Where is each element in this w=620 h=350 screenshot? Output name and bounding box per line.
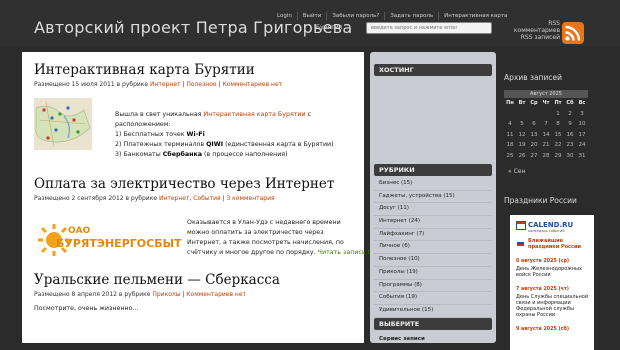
post-excerpt: Посмотрите, очень жизненно...: [34, 305, 139, 312]
category-link[interactable]: События: [193, 195, 220, 202]
post-title[interactable]: Оплата за электричество через Интернет: [34, 176, 364, 192]
rss-posts-link[interactable]: RSS записей: [508, 34, 560, 41]
site-title[interactable]: Авторский проект Петра Григорьева: [34, 18, 352, 37]
category-link[interactable]: Полезное: [186, 81, 216, 88]
search-box: [366, 22, 492, 34]
holiday-name[interactable]: День Железнодорожных войск России: [516, 266, 592, 278]
calendar-week: 25 26 27 28 29 30 31: [506, 152, 586, 159]
city-label: Бурятия: [316, 24, 343, 31]
calendar-week: 11 12 13 14 15 16 17: [506, 131, 586, 138]
rubric-item[interactable]: Гаджеты, устройства (15): [374, 191, 492, 204]
main-content: Интерактивная карта Бурятии Размещено 15…: [22, 52, 404, 343]
rubric-item[interactable]: Программы (8): [374, 280, 492, 293]
rubrics-heading: РУБРИКИ: [374, 164, 492, 176]
holiday-name[interactable]: День Службы специальной связи и информац…: [516, 294, 592, 318]
calendar-week: 123: [556, 110, 584, 117]
widget-subtitle: календарь событий: [528, 229, 565, 233]
rubric-item[interactable]: Лайфхакинг (7): [374, 229, 492, 242]
rubric-item[interactable]: Удивительное (15): [374, 305, 492, 318]
map-link[interactable]: Интерактивная карта Бурятии: [203, 111, 305, 118]
map-thumbnail[interactable]: [34, 98, 92, 150]
nearest-holidays-label: Ближайшие праздники России: [528, 238, 581, 250]
comments-link[interactable]: Комментариев нет: [222, 81, 282, 88]
post-item: Уральские пельмени — Сберкасса Размещено…: [34, 272, 364, 314]
comments-link[interactable]: Комментариев нет: [186, 291, 246, 298]
post-date: Размещено 2 сентября 2012 в рубрике: [34, 195, 158, 202]
holiday-date: 7 августа 2025 (чт): [516, 287, 569, 292]
rubric-item[interactable]: Полезное (10): [374, 254, 492, 267]
rubric-list: Бизнес (15) Гаджеты, устройства (15) Дос…: [374, 178, 492, 318]
holiday-date: 9 августа 2025 (сб): [516, 327, 570, 332]
right-column: Архив записей Август 2025 Пн Вт Ср Чт Пт Сб Вс…: [500, 52, 620, 350]
archive-calendar: Август 2025 Пн Вт Ср Чт Пт Сб Вс 123 4 5 6 7 8 9 10 …: [504, 90, 588, 161]
nav-logout[interactable]: Выйти: [296, 12, 326, 20]
rubric-item[interactable]: Приколы (19): [374, 267, 492, 280]
rubric-item[interactable]: Досуг (11): [374, 203, 492, 217]
rubric-item[interactable]: Личное (6): [374, 241, 492, 255]
calendar-week: 4 5 6 7 8 9 10: [508, 121, 586, 127]
post-title[interactable]: Уральские пельмени — Сберкасса: [34, 272, 364, 288]
widget-logo[interactable]: CALEND.RU: [528, 221, 573, 229]
rss-icon[interactable]: [562, 22, 584, 44]
category-link[interactable]: Интернет: [159, 195, 190, 202]
russia-flag-icon: [517, 240, 524, 246]
category-link[interactable]: Приколы: [152, 291, 180, 298]
nav-login[interactable]: Login: [272, 12, 297, 20]
rss-comments-link[interactable]: RSS комментариев: [508, 20, 560, 34]
post-excerpt: Вышла в свет уникальная Интерактивная ка…: [115, 111, 334, 158]
sidebar: ХОСТИНГ РУБРИКИ Бизнес (15) Гаджеты, уст…: [370, 52, 496, 343]
top-nav: Login Выйти Забыли пароль? Задать пароль…: [272, 12, 512, 20]
holidays-heading: Праздники России: [504, 196, 577, 205]
post-meta: Размещено 15 июля 2011 в рубрике Интерне…: [34, 81, 283, 88]
nav-forgot-password[interactable]: Забыли пароль?: [326, 12, 384, 20]
rss-links: RSS комментариев RSS записей: [508, 20, 560, 41]
calendar-prev-link[interactable]: « Сен: [508, 168, 525, 175]
post-meta: Размещено 8 апреля 2012 в рубрике Прикол…: [34, 291, 247, 298]
calendar-weekdays: Пн Вт Ср Чт Пт Сб Вс: [506, 100, 586, 106]
site-header: Авторский проект Петра Григорьева Login …: [0, 0, 620, 46]
post-meta: Размещено 2 сентября 2012 в рубрике Инте…: [34, 195, 275, 202]
company-logo[interactable]: ОАО БУРЯТЭНЕРГОСБЫТ: [36, 222, 181, 258]
calend-logo-icon: [516, 221, 526, 230]
holidays-widget: CALEND.RU календарь событий Ближайшие пр…: [510, 215, 594, 350]
choose-heading: ВЫБЕРИТЕ: [374, 318, 492, 330]
calendar-title: Август 2025: [504, 90, 588, 98]
post-item: Оплата за электричество через Интернет Р…: [34, 176, 364, 202]
calendar-week: 18 19 20 21 22 23 24: [506, 142, 586, 148]
post-excerpt: Оказывается в Улан-Удэ с недавнего време…: [187, 219, 404, 256]
comments-link[interactable]: 3 комментария: [226, 195, 274, 202]
service-label: Сервис записи: [379, 336, 425, 342]
hosting-heading: ХОСТИНГ: [374, 64, 492, 76]
post-item: Интерактивная карта Бурятии Размещено 15…: [34, 62, 364, 88]
holiday-date: 6 августа 2025 (ср): [516, 259, 570, 264]
rubric-item[interactable]: События (19): [374, 292, 492, 305]
rubric-item[interactable]: Интернет (24): [374, 216, 492, 229]
rubric-item[interactable]: Бизнес (15): [374, 178, 492, 191]
nav-interactive-map[interactable]: Интерактивная карта: [438, 12, 512, 20]
post-date: Размещено 15 июля 2011 в рубрике: [34, 81, 149, 88]
nav-set-password[interactable]: Задать пароль: [384, 12, 438, 20]
post-date: Размещено 8 апреля 2012 в рубрике: [34, 291, 151, 298]
search-input[interactable]: [367, 23, 491, 33]
post-title[interactable]: Интерактивная карта Бурятии: [34, 62, 364, 78]
category-link[interactable]: Интернет: [150, 81, 181, 88]
archive-heading: Архив записей: [504, 73, 562, 82]
